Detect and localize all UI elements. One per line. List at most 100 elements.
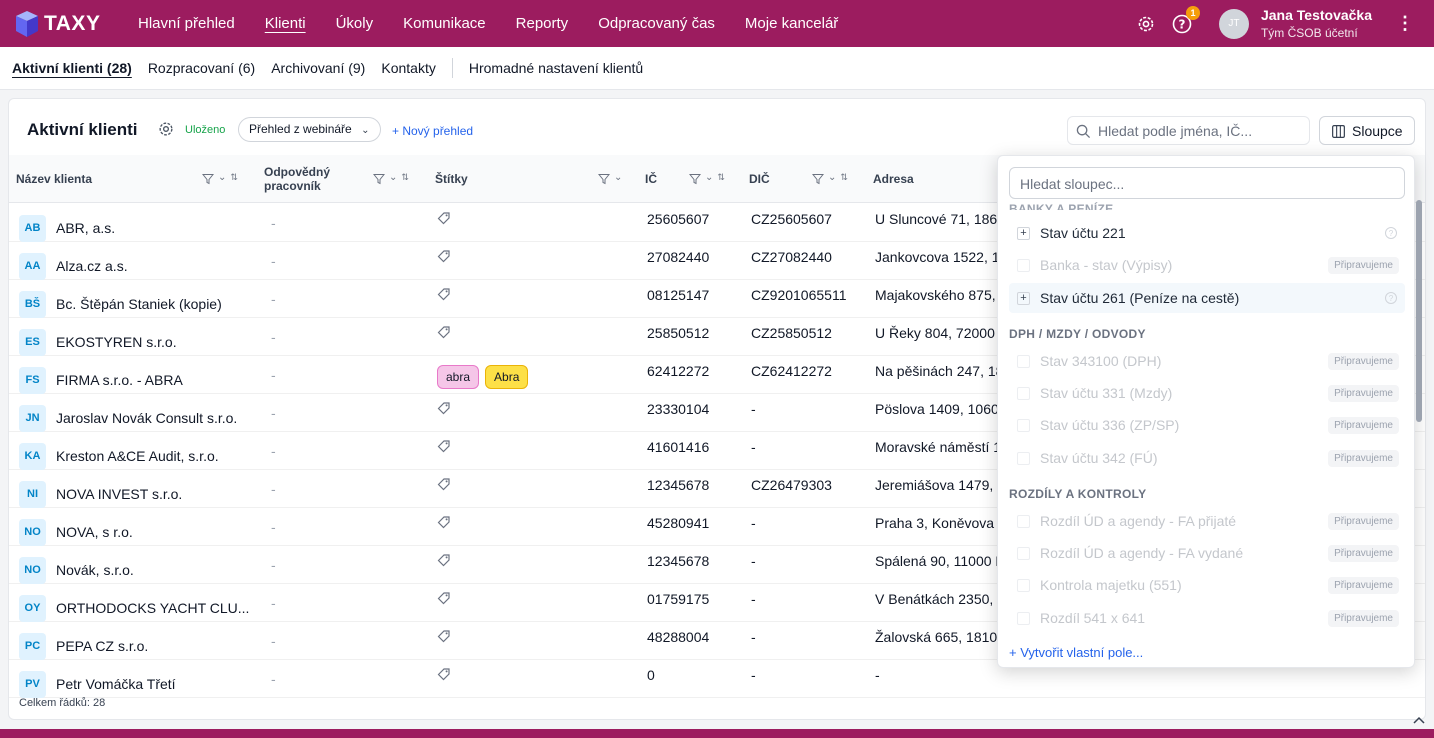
chevron-down-icon[interactable]: ⌄: [218, 172, 226, 188]
coming-soon-badge: Připravujeme: [1328, 576, 1399, 594]
col-header-address[interactable]: Adresa: [873, 155, 973, 203]
avatar[interactable]: JT: [1218, 8, 1249, 39]
client-initials: OY: [19, 594, 46, 622]
tags-cell[interactable]: [437, 580, 451, 618]
tags-cell[interactable]: [437, 238, 451, 276]
col-header-name[interactable]: Název klienta: [16, 155, 196, 203]
tags-cell[interactable]: [437, 314, 451, 352]
col-header-tags[interactable]: Štítky: [435, 155, 535, 203]
tag-icon[interactable]: [437, 325, 451, 342]
column-option[interactable]: + Stav účtu 261 (Peníze na cestě) ?: [1009, 283, 1405, 313]
tag-badge[interactable]: abra: [437, 365, 480, 389]
view-settings-gear-icon[interactable]: [157, 120, 175, 141]
info-icon[interactable]: ?: [1385, 292, 1397, 304]
tab-in-progress[interactable]: Rozpracovaní (6): [148, 60, 255, 76]
tags-cell[interactable]: [437, 466, 451, 504]
tag-icon[interactable]: [437, 439, 451, 456]
tags-cell[interactable]: [437, 618, 451, 656]
owner-value: -: [271, 633, 276, 649]
nav-item-reports[interactable]: Reporty: [516, 15, 569, 32]
nav-item-communication[interactable]: Komunikace: [403, 15, 486, 32]
column-option[interactable]: + Stav účtu 221 ?: [1009, 218, 1405, 248]
tag-icon[interactable]: [437, 211, 451, 228]
tag-icon[interactable]: [437, 553, 451, 570]
tab-active-clients[interactable]: Aktivní klienti (28): [12, 60, 132, 76]
add-column-plus-icon[interactable]: +: [1017, 291, 1030, 305]
col-dic-controls[interactable]: ⌄ ⇅: [811, 172, 848, 188]
view-select[interactable]: Přehled z webináře ⌄: [238, 117, 381, 142]
ic-value: 27082440: [647, 249, 710, 265]
create-custom-field-link[interactable]: + Vytvořit vlastní pole...: [1009, 645, 1143, 660]
col-header-owner[interactable]: Odpovědný pracovník: [264, 155, 364, 203]
filter-icon[interactable]: [688, 172, 702, 188]
tab-archived[interactable]: Archivovaní (9): [271, 60, 365, 76]
info-icon[interactable]: ?: [1385, 227, 1397, 239]
tags-cell[interactable]: [437, 276, 451, 314]
client-search-input[interactable]: Hledat podle jména, IČ...: [1067, 116, 1310, 145]
dropdown-scrollbar[interactable]: [1416, 200, 1422, 422]
tag-icon[interactable]: [437, 667, 451, 684]
tag-icon[interactable]: [437, 591, 451, 608]
filter-icon[interactable]: [372, 172, 386, 188]
nav-item-time[interactable]: Odpracovaný čas: [598, 15, 715, 32]
tag-icon[interactable]: [437, 515, 451, 532]
sort-icon[interactable]: ⇅: [840, 172, 848, 188]
col-tags-controls[interactable]: ⌄: [597, 172, 622, 188]
chevron-down-icon[interactable]: ⌄: [828, 172, 836, 188]
column-option-label: Stav účtu 342 (FÚ): [1040, 450, 1158, 466]
col-header-ic[interactable]: IČ: [645, 155, 685, 203]
chevron-down-icon[interactable]: ⌄: [705, 172, 713, 188]
col-header-dic[interactable]: DIČ: [749, 155, 789, 203]
owner-value: -: [271, 671, 276, 687]
bulk-settings-link[interactable]: Hromadné nastavení klientů: [469, 60, 643, 76]
dic-value: CZ62412272: [751, 363, 832, 379]
new-view-link[interactable]: + Nový přehled: [392, 124, 473, 138]
tags-cell[interactable]: [437, 428, 451, 466]
help-icon[interactable]: ? 1: [1171, 5, 1200, 35]
tags-cell[interactable]: [437, 390, 451, 428]
sort-icon[interactable]: ⇅: [401, 172, 409, 188]
tags-cell[interactable]: abra Abra: [437, 358, 534, 396]
column-option-label: Rozdíl 541 x 641: [1040, 610, 1146, 626]
client-subnav: Aktivní klienti (28) Rozpracovaní (6) Ar…: [0, 47, 1434, 90]
nav-item-tasks[interactable]: Úkoly: [336, 15, 374, 32]
user-info[interactable]: Jana Testovačka Tým ČSOB účetní: [1261, 6, 1372, 42]
nav-item-clients[interactable]: Klienti: [265, 15, 306, 32]
tag-icon[interactable]: [437, 249, 451, 266]
filter-icon[interactable]: [597, 172, 611, 188]
tags-cell[interactable]: [437, 542, 451, 580]
columns-button[interactable]: Sloupce: [1319, 116, 1415, 145]
col-name-controls[interactable]: ⌄ ⇅: [201, 172, 238, 188]
dic-value: -: [751, 515, 756, 531]
sort-icon[interactable]: ⇅: [230, 172, 238, 188]
dic-value: CZ25850512: [751, 325, 832, 341]
client-initials: FS: [19, 366, 46, 394]
col-ic-controls[interactable]: ⌄ ⇅: [688, 172, 725, 188]
column-search-input[interactable]: Hledat sloupec...: [1009, 167, 1405, 199]
tab-contacts[interactable]: Kontakty: [381, 60, 435, 76]
chevron-up-icon[interactable]: [1412, 712, 1426, 728]
more-menu-icon[interactable]: ⋮: [1396, 13, 1414, 34]
tag-icon[interactable]: [437, 401, 451, 418]
add-column-plus-icon[interactable]: +: [1017, 226, 1030, 240]
nav-item-office[interactable]: Moje kancelář: [745, 15, 838, 32]
filter-icon[interactable]: [811, 172, 825, 188]
tags-cell[interactable]: [437, 504, 451, 542]
col-owner-controls[interactable]: ⌄ ⇅: [372, 172, 409, 188]
nav-item-dashboard[interactable]: Hlavní přehled: [138, 15, 235, 32]
column-option-label: Banka - stav (Výpisy): [1040, 257, 1173, 273]
tag-icon[interactable]: [437, 477, 451, 494]
tag-icon[interactable]: [437, 629, 451, 646]
chevron-down-icon[interactable]: ⌄: [614, 172, 622, 188]
chevron-down-icon: ⌄: [361, 125, 370, 136]
filter-icon[interactable]: [201, 172, 215, 188]
settings-gear-icon[interactable]: [1135, 13, 1157, 35]
address-value: Praha 3, Koněvova 4: [875, 515, 1005, 531]
tags-cell[interactable]: [437, 200, 451, 238]
sort-icon[interactable]: ⇅: [717, 172, 725, 188]
tag-badge[interactable]: Abra: [485, 365, 529, 389]
tags-cell[interactable]: [437, 656, 451, 694]
chevron-down-icon[interactable]: ⌄: [389, 172, 397, 188]
app-logo[interactable]: TAXY: [16, 10, 126, 37]
tag-icon[interactable]: [437, 287, 451, 304]
